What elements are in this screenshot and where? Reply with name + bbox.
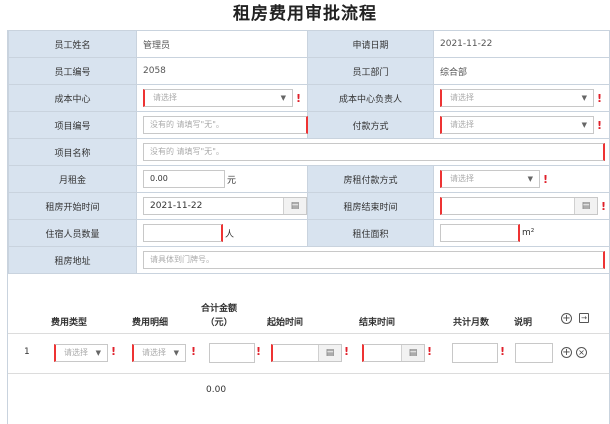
row-address: 租房地址 请具体到门牌号。 xyxy=(8,246,610,274)
address-label: 租房地址 xyxy=(8,246,137,274)
area-unit: m² xyxy=(522,228,535,238)
row-project-name: 项目名称 没有的 请填写"无"。 xyxy=(8,138,610,166)
detail-header: 费用类型 费用明细 合计金额 （元） 起始时间 结束时间 共计月数 说明 + → xyxy=(8,287,609,334)
area-label: 租住面积 xyxy=(307,219,434,247)
required-mark: ! xyxy=(543,172,549,186)
total-amount-input[interactable] xyxy=(209,343,255,363)
apply-date-label: 申请日期 xyxy=(307,30,434,58)
row-project-no: 项目编号 没有的 请填写"无"。 付款方式 请选择 ▼! xyxy=(8,111,610,139)
chevron-down-icon: ▼ xyxy=(527,175,533,183)
row-rent: 月租金 0.00 元 房租付款方式 请选择 ▼! xyxy=(8,165,610,193)
cost-center-select[interactable]: 请选择 ▼ xyxy=(143,89,293,107)
apply-date-value: 2021-11-22 xyxy=(433,30,610,58)
chevron-down-icon: ▼ xyxy=(581,121,587,129)
required-mark: ! xyxy=(597,91,603,105)
page-title: 租房费用审批流程 xyxy=(233,4,377,24)
required-mark: ! xyxy=(500,345,506,358)
monthly-rent-input[interactable]: 0.00 xyxy=(143,170,225,188)
required-mark: ! xyxy=(296,91,302,105)
rent-pay-method-select[interactable]: 请选择 ▼ xyxy=(440,170,540,188)
header-note: 说明 xyxy=(513,318,532,328)
payment-method-label: 付款方式 xyxy=(307,111,434,139)
header-start: 起始时间 xyxy=(266,318,303,328)
occupants-unit: 人 xyxy=(225,229,235,240)
chevron-down-icon: ▼ xyxy=(95,349,101,357)
required-mark: ! xyxy=(597,118,603,132)
import-icon[interactable]: → xyxy=(579,313,589,323)
fee-type-select[interactable]: 请选择 ▼ xyxy=(54,344,108,362)
monthly-rent-unit: 元 xyxy=(227,175,237,186)
form-grid: 员工姓名 管理员 申请日期 2021-11-22 员工编号 2058 员工部门 … xyxy=(8,30,610,274)
rent-end-date[interactable]: ▤ xyxy=(440,197,598,215)
header-total-line1: 合计金额 xyxy=(200,304,237,314)
row-rent-period: 租房开始时间 2021-11-22 ▤ 租房结束时间 ▤! xyxy=(8,192,610,220)
calendar-icon[interactable]: ▤ xyxy=(401,345,424,361)
cost-center-owner-label: 成本中心负责人 xyxy=(307,84,434,112)
employee-name-label: 员工姓名 xyxy=(8,30,137,58)
plus-circle-icon[interactable]: + xyxy=(561,313,572,324)
header-end: 结束时间 xyxy=(358,318,395,328)
row-occupants: 住宿人员数量 人 租住面积 m² xyxy=(8,219,610,247)
cost-center-owner-select[interactable]: 请选择 ▼ xyxy=(440,89,594,107)
rent-end-label: 租房结束时间 xyxy=(307,192,434,220)
calendar-icon[interactable]: ▤ xyxy=(574,198,597,214)
employee-no-value: 2058 xyxy=(136,57,308,85)
chevron-down-icon: ▼ xyxy=(280,94,286,102)
required-mark: ! xyxy=(191,345,197,358)
chevron-down-icon: ▼ xyxy=(173,349,179,357)
detail-row: 1 请选择 ▼ ! 请选择 ▼ ! ! ▤ ! ▤ ! ! + × xyxy=(8,333,609,374)
address-input[interactable]: 请具体到门牌号。 xyxy=(143,251,605,269)
start-date-input[interactable]: ▤ xyxy=(271,344,342,362)
employee-no-label: 员工编号 xyxy=(8,57,137,85)
row-employee-no: 员工编号 2058 员工部门 综合部 xyxy=(8,57,610,85)
rent-start-date[interactable]: 2021-11-22 ▤ xyxy=(143,197,307,215)
header-fee-detail: 费用明细 xyxy=(131,318,168,328)
header-total-line2: （元） xyxy=(205,318,233,328)
close-circle-icon[interactable]: × xyxy=(576,347,587,358)
months-input[interactable] xyxy=(452,343,498,363)
rent-pay-method-label: 房租付款方式 xyxy=(307,165,434,193)
row-index: 1 xyxy=(24,347,30,357)
required-mark: ! xyxy=(427,345,433,358)
required-mark: ! xyxy=(256,345,262,358)
calendar-icon[interactable]: ▤ xyxy=(283,198,306,214)
payment-method-select[interactable]: 请选择 ▼ xyxy=(440,116,594,134)
sum-total: 0.00 xyxy=(206,385,227,395)
expense-detail-subform: 费用类型 费用明细 合计金额 （元） 起始时间 结束时间 共计月数 说明 + →… xyxy=(8,287,609,424)
row-cost-center: 成本中心 请选择 ▼! 成本中心负责人 请选择 ▼! xyxy=(8,84,610,112)
header-months: 共计月数 xyxy=(452,318,489,328)
row-employee: 员工姓名 管理员 申请日期 2021-11-22 xyxy=(8,30,610,58)
required-mark: ! xyxy=(344,345,350,358)
chevron-down-icon: ▼ xyxy=(581,94,587,102)
project-name-input[interactable]: 没有的 请填写"无"。 xyxy=(143,143,605,161)
fee-detail-select[interactable]: 请选择 ▼ xyxy=(132,344,186,362)
required-mark: ! xyxy=(601,199,607,213)
end-date-input[interactable]: ▤ xyxy=(362,344,425,362)
rent-start-label: 租房开始时间 xyxy=(8,192,137,220)
area-input[interactable] xyxy=(440,224,520,242)
note-input[interactable] xyxy=(515,343,553,363)
plus-circle-icon[interactable]: + xyxy=(561,347,572,358)
approval-form: 员工姓名 管理员 申请日期 2021-11-22 员工编号 2058 员工部门 … xyxy=(7,30,610,424)
project-name-label: 项目名称 xyxy=(8,138,137,166)
occupants-label: 住宿人员数量 xyxy=(8,219,137,247)
occupants-input[interactable] xyxy=(143,224,223,242)
department-label: 员工部门 xyxy=(307,57,434,85)
cost-center-label: 成本中心 xyxy=(8,84,137,112)
employee-name-value: 管理员 xyxy=(136,30,308,58)
header-fee-type: 费用类型 xyxy=(50,318,87,328)
department-value: 综合部 xyxy=(433,57,610,85)
required-mark: ! xyxy=(111,345,117,358)
project-no-label: 项目编号 xyxy=(8,111,137,139)
project-no-input[interactable]: 没有的 请填写"无"。 xyxy=(143,116,308,134)
calendar-icon[interactable]: ▤ xyxy=(318,345,341,361)
monthly-rent-label: 月租金 xyxy=(8,165,137,193)
